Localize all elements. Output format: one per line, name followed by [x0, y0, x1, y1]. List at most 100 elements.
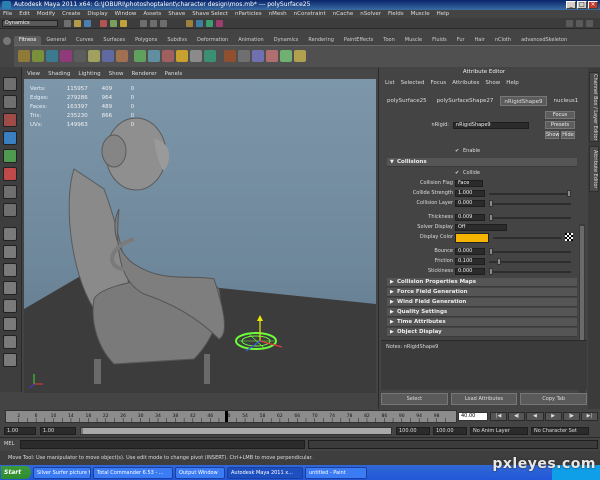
shelf-tab-animation[interactable]: Animation	[233, 36, 269, 45]
menu-modify[interactable]: Modify	[37, 10, 55, 18]
stickiness-field[interactable]: 0.000	[455, 268, 485, 275]
menu-fields[interactable]: Fields	[388, 10, 404, 18]
show-channel-box-icon[interactable]	[586, 20, 593, 27]
character-set-dropdown[interactable]: No Character Set	[531, 427, 589, 435]
current-time-marker[interactable]	[225, 411, 228, 422]
copy-tab-button[interactable]: Copy Tab	[520, 393, 588, 405]
presets-button[interactable]: Presets	[545, 121, 575, 129]
menu-nparticles[interactable]: nParticles	[235, 10, 262, 18]
bounce-field[interactable]: 0.000	[455, 248, 485, 255]
display-color-slider[interactable]	[493, 237, 561, 239]
bounce-slider-knob[interactable]	[489, 248, 493, 255]
taskbar-item[interactable]: untitled - Paint	[305, 466, 367, 479]
shelf-tab-deformation[interactable]: Deformation	[192, 36, 233, 45]
ipr-render-icon[interactable]	[206, 20, 213, 27]
shelf-tab-fur[interactable]: Fur	[452, 36, 470, 45]
tab-polysurfaceshape27[interactable]: polySurfaceShape27	[434, 96, 497, 106]
shelf-tab-ncloth[interactable]: nCloth	[490, 36, 516, 45]
viewport-menu-renderer[interactable]: Renderer	[131, 70, 156, 79]
stickiness-slider[interactable]	[489, 271, 571, 273]
shelf-tab-fluids[interactable]: Fluids	[427, 36, 452, 45]
range-slider-thumb[interactable]	[83, 428, 391, 434]
menu-shave-select[interactable]: Shave Select	[192, 10, 228, 18]
shelf-tool-icon[interactable]	[148, 50, 160, 62]
anim-layer-dropdown[interactable]: No Anim Layer	[470, 427, 528, 435]
show-button[interactable]: Show	[545, 131, 560, 139]
shelf-tab-rendering[interactable]: Rendering	[303, 36, 339, 45]
taskbar-item[interactable]: Total Commander 6.53 - ...	[93, 466, 173, 479]
step-back-button[interactable]: ◀|	[508, 412, 526, 421]
menu-file[interactable]: File	[3, 10, 12, 18]
minimize-button[interactable]: _	[566, 1, 576, 9]
new-scene-icon[interactable]	[64, 20, 71, 27]
history-icon[interactable]	[186, 20, 193, 27]
tab-polysurface25[interactable]: polySurface25	[384, 96, 430, 106]
collide-strength-field[interactable]: 1.000	[455, 190, 485, 197]
ae-menu-attributes[interactable]: Attributes	[452, 79, 479, 88]
maximize-button[interactable]: □	[577, 1, 587, 9]
command-input[interactable]	[20, 440, 305, 449]
move-tool-icon[interactable]	[3, 131, 17, 145]
notes-panel[interactable]: Notes: nRigidShape9	[381, 340, 587, 390]
bounce-slider[interactable]	[489, 251, 571, 253]
menu-set-dropdown[interactable]: Dynamics	[2, 20, 58, 27]
time-slider[interactable]: 2610141822263034384246505458626670747882…	[5, 410, 457, 423]
select-by-component-icon[interactable]	[120, 20, 127, 27]
paint-select-tool-icon[interactable]	[3, 113, 17, 127]
collision-layer-slider[interactable]	[489, 203, 571, 205]
shelf-tab-polygons[interactable]: Polygons	[130, 36, 162, 45]
select-by-object-icon[interactable]	[110, 20, 117, 27]
viewport-menu-panels[interactable]: Panels	[165, 70, 183, 79]
shelf-tab-advancedskeleton[interactable]: advancedSkeleton	[516, 36, 572, 45]
menu-edit[interactable]: Edit	[19, 10, 30, 18]
shelf-tool-icon[interactable]	[238, 50, 250, 62]
select-tool-icon[interactable]	[3, 77, 17, 91]
layout-single-icon[interactable]	[3, 227, 17, 241]
shelf-gear-icon[interactable]	[3, 37, 11, 45]
snap-curve-icon[interactable]	[150, 20, 157, 27]
section-collisions[interactable]: ▼ Collisions	[387, 158, 577, 167]
layout-outliner-icon[interactable]	[3, 281, 17, 295]
manipulator-tool-icon[interactable]	[3, 185, 17, 199]
collision-layer-field[interactable]: 0.000	[455, 200, 485, 207]
shelf-tool-icon[interactable]	[204, 50, 216, 62]
shelf-tool-icon[interactable]	[252, 50, 264, 62]
menu-help[interactable]: Help	[437, 10, 450, 18]
tab-channel-box[interactable]: Channel Box / Layer Editor	[589, 72, 599, 142]
scale-tool-icon[interactable]	[3, 167, 17, 181]
snap-grid-icon[interactable]	[140, 20, 147, 27]
menu-create[interactable]: Create	[62, 10, 80, 18]
shelf-tab-painteffects[interactable]: PaintEffects	[339, 36, 378, 45]
snap-point-icon[interactable]	[160, 20, 167, 27]
close-button[interactable]: ×	[588, 1, 598, 9]
ae-menu-list[interactable]: List	[385, 79, 395, 88]
solver-display-dropdown[interactable]: Off	[455, 224, 507, 231]
tab-nrigidshape9[interactable]: nRigidShape9	[500, 96, 547, 106]
rotate-tool-icon[interactable]	[3, 149, 17, 163]
shelf-tab-toon[interactable]: Toon	[378, 36, 400, 45]
go-to-end-button[interactable]: ▶|	[580, 412, 599, 421]
menu-window[interactable]: Window	[115, 10, 137, 18]
step-forward-button[interactable]: |▶	[562, 412, 580, 421]
thickness-slider-knob[interactable]	[489, 214, 493, 221]
start-time-field[interactable]: 1.00	[4, 427, 36, 435]
start-button[interactable]: Start	[1, 466, 31, 479]
shelf-tab-muscle[interactable]: Muscle	[400, 36, 427, 45]
thickness-slider[interactable]	[489, 217, 571, 219]
shelf-tool-icon[interactable]	[294, 50, 306, 62]
shelf-tab-fitness[interactable]: Fitness	[14, 36, 42, 45]
current-time-field[interactable]: 40.00	[458, 412, 488, 421]
hide-button[interactable]: Hide	[561, 131, 575, 139]
select-by-hierarchy-icon[interactable]	[100, 20, 107, 27]
ae-menu-show[interactable]: Show	[485, 79, 500, 88]
shelf-tool-icon[interactable]	[102, 50, 114, 62]
taskbar-item[interactable]: Silver Surfer picture for...	[33, 466, 91, 479]
viewport-3d[interactable]: Verts: 115957 409 0 Edges: 279286 964 0 Faces:…	[24, 79, 376, 393]
collide-checkbox[interactable]: ✔	[455, 170, 459, 176]
shelf-tool-icon[interactable]	[32, 50, 44, 62]
shelf-tool-icon[interactable]	[60, 50, 72, 62]
display-color-swatch[interactable]	[455, 233, 489, 243]
show-tool-settings-icon[interactable]	[576, 20, 583, 27]
load-attributes-button[interactable]: Load Attributes	[450, 393, 518, 405]
menu-nmesh[interactable]: nMesh	[269, 10, 287, 18]
